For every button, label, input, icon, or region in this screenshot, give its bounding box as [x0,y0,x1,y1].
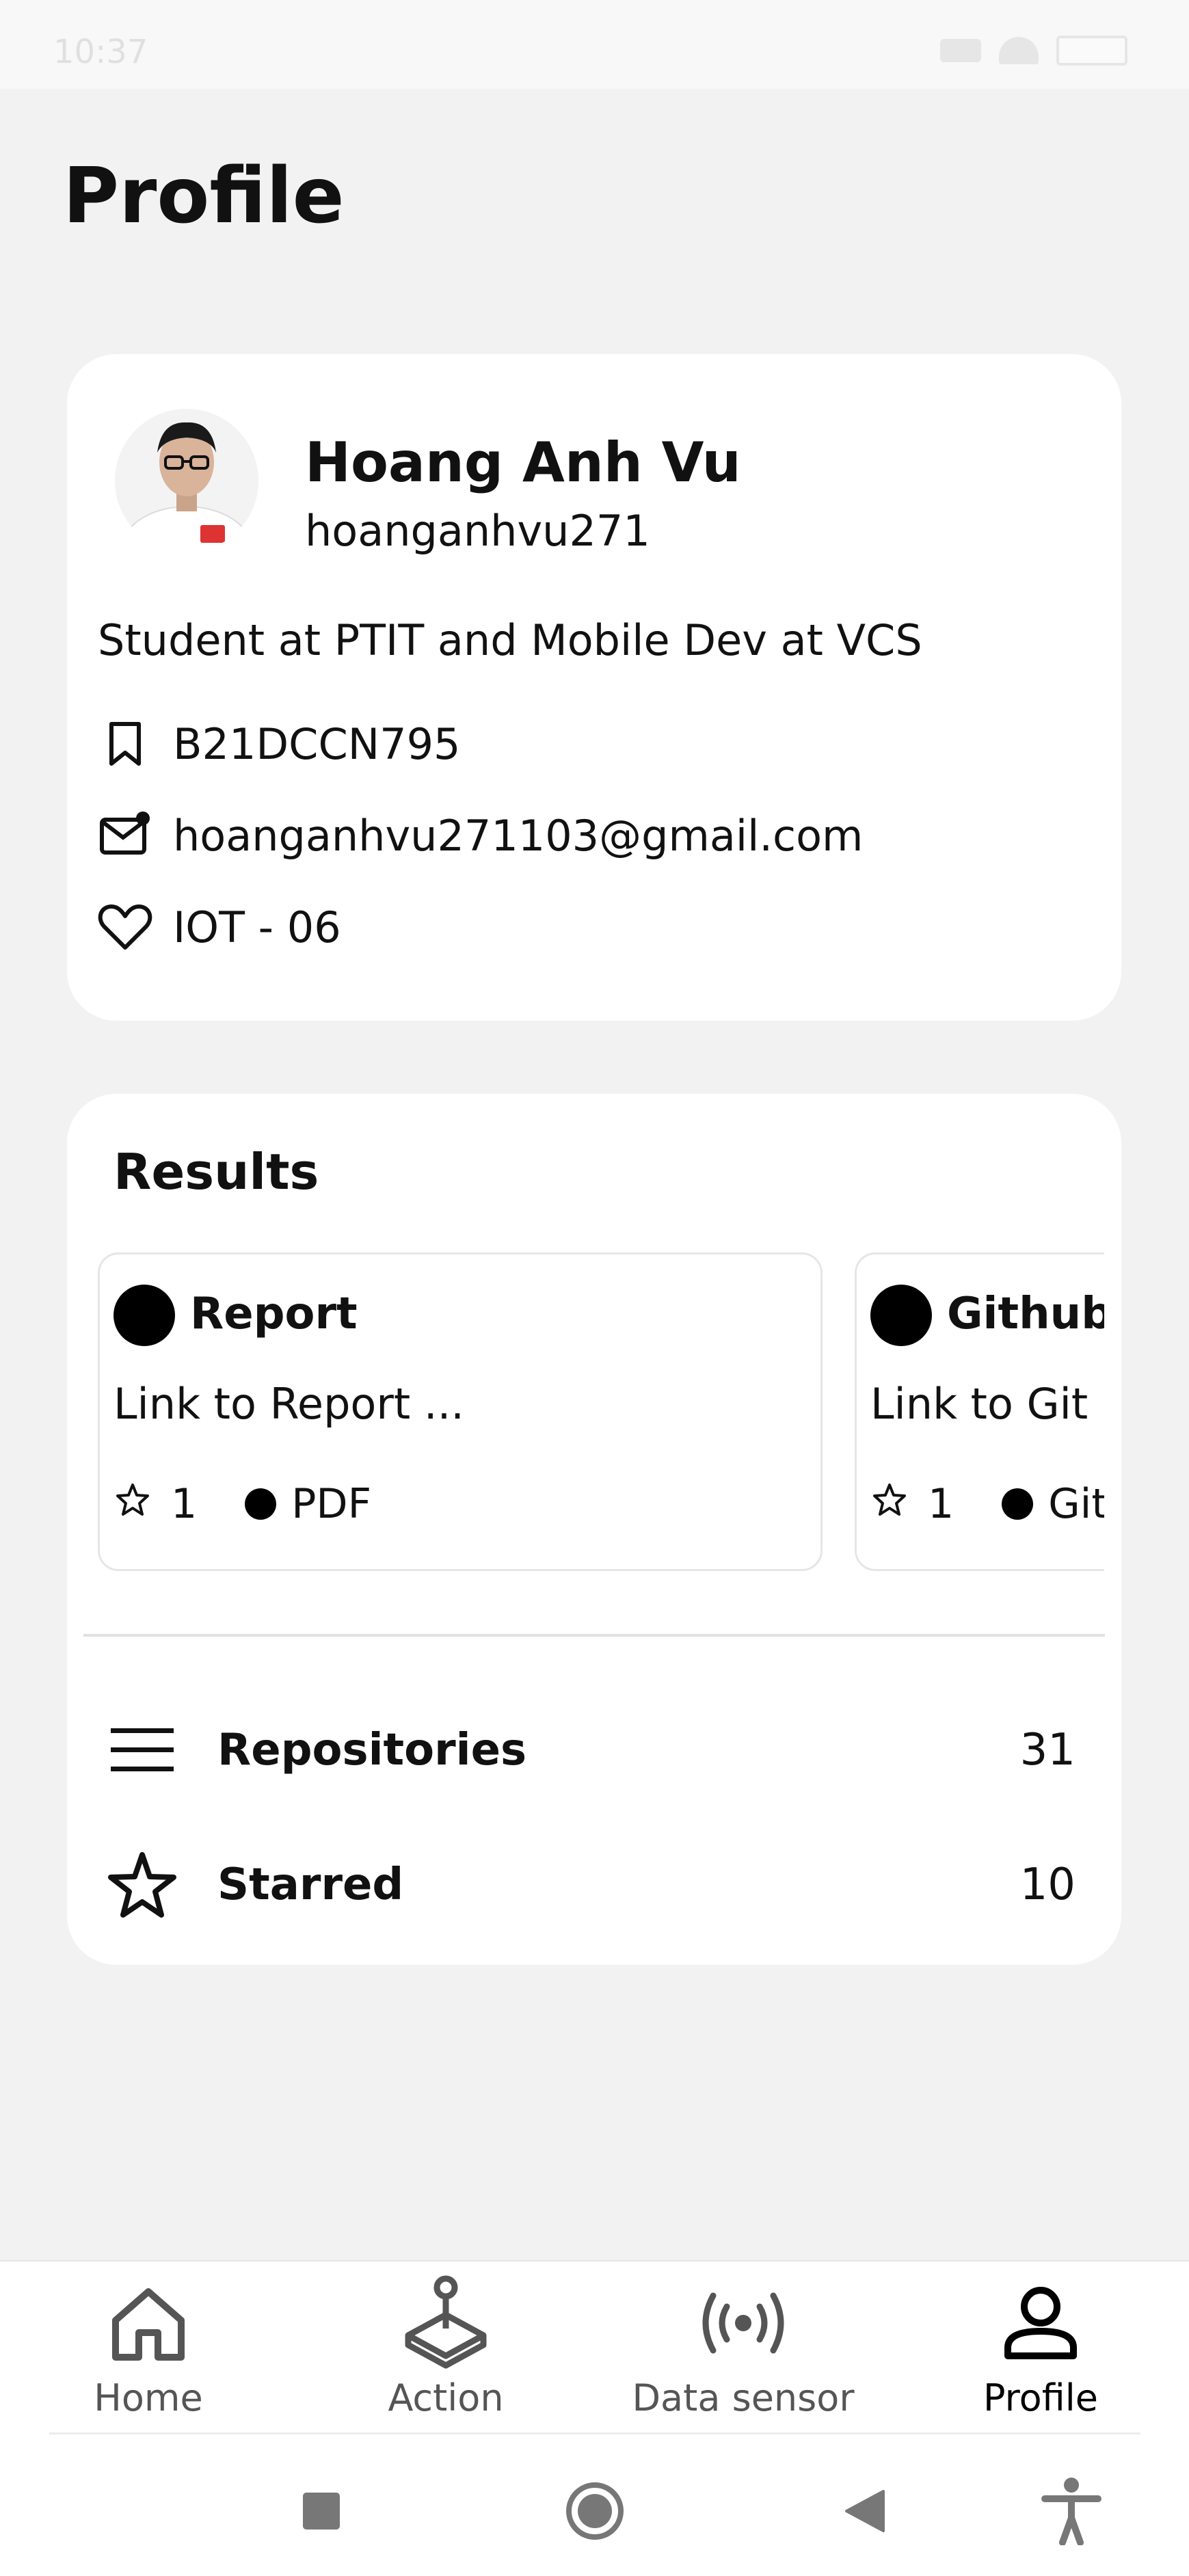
result-card-github[interactable]: Github Repo Link to Git Project 1 Github [855,1252,1104,1571]
home-icon [101,2275,196,2371]
result-avatar-icon [113,1285,175,1346]
star-icon [105,1847,180,1922]
result-stars: 1 [928,1480,954,1528]
profile-card: Hoang Anh Vu hoanganhvu271 Student at PT… [67,354,1121,1021]
group: IOT - 06 [173,902,341,952]
page-title: Profile [63,152,345,241]
result-meta: 1 Github [872,1480,1104,1528]
wifi-icon [999,37,1039,64]
circle-icon [566,2482,624,2540]
nav-home-label: Home [94,2376,203,2419]
language-dot-icon [1002,1488,1034,1520]
repositories-row[interactable]: Repositories 31 [105,1709,1103,1791]
language-dot-icon [245,1488,277,1520]
result-description: Link to Git Project [870,1379,1104,1429]
nav-data-sensor[interactable]: Data sensor [595,2262,892,2434]
joystick-icon [398,2275,494,2371]
student-id: B21DCCN795 [173,719,461,769]
back-triangle-icon [845,2490,885,2532]
battery-icon [1056,36,1127,66]
accessibility-button[interactable] [1034,2473,1109,2549]
bottom-navigation: Home Action Data sensor Profile [0,2260,1189,2432]
nav-profile[interactable]: Profile [892,2262,1189,2434]
result-name: Report [190,1289,358,1339]
divider [83,1634,1105,1637]
result-language: PDF [291,1480,372,1528]
result-language: Github [1048,1480,1104,1528]
group-row: IOT - 06 [98,900,341,954]
profile-bio: Student at PTIT and Mobile Dev at VCS [98,615,922,665]
bookmark-icon [98,716,152,771]
square-icon [303,2493,340,2530]
nav-action-label: Action [388,2376,504,2419]
result-name: Github Repo [947,1289,1104,1339]
status-icons [940,36,1127,66]
email-row: hoanganhvu271103@gmail.com [98,808,863,863]
repositories-label: Repositories [217,1725,527,1775]
person-icon [993,2275,1088,2371]
result-description: Link to Report ... [113,1379,464,1429]
student-id-row: B21DCCN795 [98,716,460,771]
result-meta: 1 PDF [115,1480,371,1528]
nav-action[interactable]: Action [297,2262,594,2434]
heart-icon [98,900,152,954]
accessibility-icon [1041,2478,1101,2545]
result-card-report[interactable]: Report Link to Report ... 1 PDF [98,1252,823,1571]
starred-row[interactable]: Starred 10 [105,1844,1103,1926]
starred-count: 10 [1019,1860,1076,1910]
repositories-count: 31 [1019,1725,1076,1775]
sensor-icon [695,2275,791,2371]
profile-name: Hoang Anh Vu [305,431,741,494]
status-time: 10:37 [53,33,148,71]
result-avatar-icon [870,1285,932,1346]
back-button[interactable] [827,2473,903,2549]
signal-icon [940,39,981,62]
star-icon [872,1480,907,1528]
avatar[interactable] [115,409,258,552]
divider [49,2432,1140,2434]
results-card: Results Report Link to Report ... 1 PDF … [67,1094,1121,1965]
menu-icon [105,1713,180,1788]
nav-data-sensor-label: Data sensor [632,2376,855,2419]
starred-label: Starred [217,1860,404,1910]
results-carousel[interactable]: Report Link to Report ... 1 PDF Github R… [98,1252,1104,1574]
mail-icon [98,808,152,863]
avatar-image [115,409,258,552]
results-title: Results [113,1143,319,1200]
email[interactable]: hoanganhvu271103@gmail.com [173,811,863,861]
status-bar: 10:37 [0,0,1189,89]
home-system-button[interactable] [557,2473,632,2549]
profile-username: hoanganhvu271 [305,506,650,556]
result-stars: 1 [171,1480,198,1528]
nav-home[interactable]: Home [0,2262,297,2434]
star-icon [115,1480,150,1528]
nav-profile-label: Profile [983,2376,1098,2419]
recents-button[interactable] [284,2473,359,2549]
system-navigation-bar [0,2432,1189,2576]
